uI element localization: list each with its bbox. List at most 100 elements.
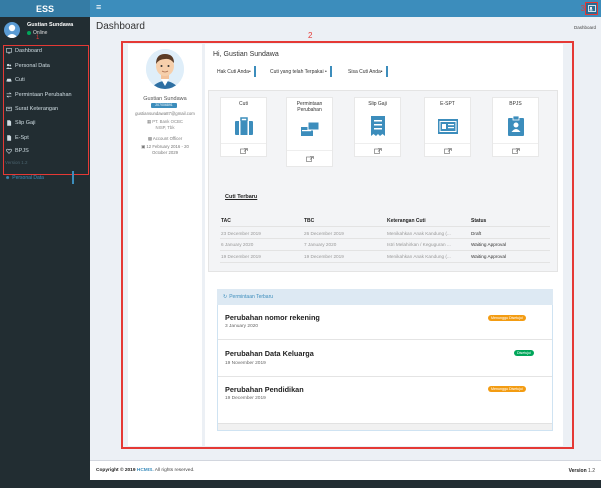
online-status-icon <box>27 31 31 35</box>
profile-company-label: PT. Bank OCBC NISP, Tbk <box>152 119 184 130</box>
quick-link-slip-gaji[interactable]: Slip Gaji <box>354 97 401 157</box>
table-divider <box>220 226 550 227</box>
table-header-status: Status <box>471 218 487 224</box>
request-date: 3 January 2020 <box>225 324 259 329</box>
tab-cuti-terpakai[interactable]: Cuti yang telah Terpakai • <box>270 66 332 77</box>
sidebar-item-label: Dashboard <box>15 48 42 54</box>
version-label: Version <box>568 468 587 474</box>
sidebar-item-label: Personal Data <box>15 63 50 69</box>
app-logo[interactable]: ESS <box>0 0 90 17</box>
card-divider <box>221 143 266 144</box>
request-title: Perubahan nomor rekening <box>225 313 320 322</box>
external-link-icon[interactable] <box>374 148 382 154</box>
sidebar-item-dashboard[interactable]: Dashboard <box>6 48 42 54</box>
external-link-icon[interactable] <box>444 148 452 154</box>
card-divider <box>493 143 538 144</box>
profile-email: gustiansundawa87@gmail.com <box>135 111 195 116</box>
quick-link-label: Slip Gaji <box>368 101 387 107</box>
id-card-icon <box>438 119 458 134</box>
profile-name: Gustian Sundawa <box>143 96 187 102</box>
sidebar-item-slip-gaji[interactable]: Slip Gaji <box>6 120 35 126</box>
sidebar-item-label: E-Spt <box>15 135 29 141</box>
page-title: Dashboard <box>96 21 145 32</box>
greeting: Hi, Gustian Sundawa <box>213 51 279 58</box>
refresh-icon: ↻ <box>223 294 228 300</box>
avatar <box>4 22 20 38</box>
status-badge: Disetujui <box>514 350 534 356</box>
exchange-icon <box>6 92 12 98</box>
file-icon <box>7 135 12 141</box>
building-icon: ▦ <box>146 119 152 124</box>
profile-position-label: Account Officer <box>152 136 183 141</box>
sidebar-version: Version 1.2 <box>5 160 28 165</box>
sidebar: Gustian Sundawa Online 1 Dashboard Perso… <box>0 17 90 488</box>
profile-join-date-label: 12 February 2016 - 20 October 2029 <box>146 144 189 155</box>
cuti-terbaru-title[interactable]: Cuti Terbaru <box>225 194 257 200</box>
table-cell-status: Waiting Approval <box>471 242 507 247</box>
profile-position: ▩ Account Officer <box>128 136 202 142</box>
sidebar-item-personal-data[interactable]: Personal Data <box>6 63 50 69</box>
request-date: 19 November 2019 <box>225 361 266 366</box>
user-icon: ☻ <box>5 174 11 181</box>
briefcase-icon <box>235 117 253 135</box>
breadcrumb[interactable]: Dashboard <box>574 25 596 30</box>
badge-icon <box>508 115 524 136</box>
employee-id-badge: 207006891 <box>151 103 177 108</box>
card-divider <box>425 143 470 144</box>
page-footer: Copyright © 2019 HCMIS. All rights reser… <box>90 460 601 480</box>
list-divider <box>218 339 552 340</box>
quick-link-label: E-SPT <box>440 101 455 107</box>
sidebar-item-cuti[interactable]: Cuti <box>6 77 25 83</box>
brand-link[interactable]: HCMIS. <box>137 468 154 473</box>
quick-link-cuti[interactable]: Cuti <box>220 97 267 157</box>
copyright-prefix: Copyright © 2019 <box>96 468 136 473</box>
car-icon <box>6 78 12 83</box>
table-divider <box>220 250 550 251</box>
card-divider <box>355 143 400 144</box>
external-link-icon[interactable] <box>240 148 248 154</box>
quick-link-e-spt[interactable]: E-SPT <box>424 97 471 157</box>
annotation-label-2: 2 <box>308 31 313 40</box>
sidebar-item-label: Slip Gaji <box>15 120 36 126</box>
table-header-keterangan: Keterangan Cuti <box>387 218 426 224</box>
file-icon <box>7 120 12 126</box>
profile-company: ▦ PT. Bank OCBC NISP, Tbk <box>128 119 202 131</box>
sidebar-item-label: Surat Keterangan <box>15 106 59 112</box>
user-card-icon <box>587 5 596 12</box>
table-cell-status: Draft <box>471 231 482 236</box>
table-cell: Menikahkan Anak Kandung (... <box>387 254 451 259</box>
permintaan-terbaru-title: Permintaan Terbaru <box>229 294 274 300</box>
sidebar-item-bpjs[interactable]: BPJS <box>6 148 29 154</box>
receipt-icon <box>371 116 385 136</box>
tab-sisa-cuti[interactable]: Sisa Cuti Anda• <box>348 66 388 77</box>
sidebar-item-label: Permintaan Perubahan <box>15 92 72 98</box>
sidebar-item-surat-keterangan[interactable]: Surat Keterangan <box>6 106 58 112</box>
menu-toggle-icon[interactable]: ≡ <box>96 3 101 12</box>
profile-join-date: ▣ 12 February 2016 - 20 October 2029 <box>128 144 202 156</box>
quick-link-bpjs[interactable]: BPJS <box>492 97 539 157</box>
sidebar-item-label: BPJS <box>15 148 29 154</box>
permintaan-panel-footer <box>218 423 552 430</box>
quick-link-permintaan-perubahan[interactable]: Permintaan Perubahan <box>286 97 333 167</box>
tab-personal-data[interactable]: ☻ Personal Data <box>3 171 74 184</box>
heart-icon <box>6 148 12 154</box>
sidebar-item-permintaan-perubahan[interactable]: Permintaan Perubahan <box>6 92 72 98</box>
quick-link-label: BPJS <box>509 101 522 107</box>
external-link-icon[interactable] <box>512 148 520 154</box>
card-divider <box>287 150 332 151</box>
request-date: 19 December 2019 <box>225 396 266 401</box>
tab-hak-cuti[interactable]: Hak Cuti Anda• <box>217 66 256 77</box>
table-cell: Menikahkan Anak Kandung (... <box>387 231 451 236</box>
profile-card: Gustian Sundawa 207006891 gustiansundawa… <box>128 44 202 446</box>
briefcase-icon: ▩ <box>147 136 152 141</box>
user-profile-button[interactable] <box>585 2 598 15</box>
external-link-icon[interactable] <box>306 156 314 162</box>
quick-link-label: Cuti <box>239 101 248 107</box>
document-icon <box>6 106 12 112</box>
sidebar-item-e-spt[interactable]: E-Spt <box>6 135 29 141</box>
list-divider <box>218 376 552 377</box>
table-cell: 7 January 2020 <box>304 242 337 247</box>
table-divider <box>220 262 550 263</box>
status-badge: Menunggu Disetujui <box>488 315 526 321</box>
footer-copyright: Copyright © 2019 HCMIS. All rights reser… <box>96 468 194 473</box>
